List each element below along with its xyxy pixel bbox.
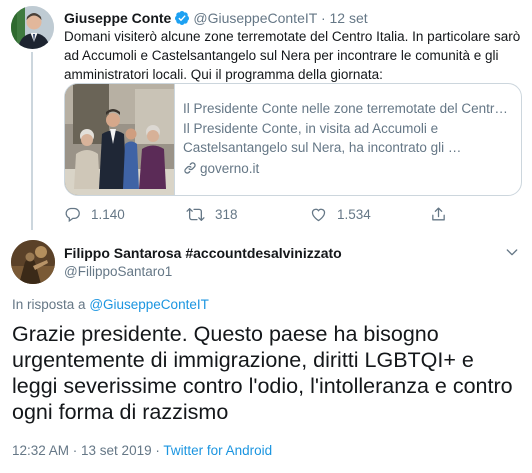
separator-dot: · bbox=[320, 10, 326, 26]
like-button[interactable]: 1.534 bbox=[310, 206, 371, 223]
share-icon bbox=[432, 207, 445, 221]
tweet-source[interactable]: Twitter for Android bbox=[163, 443, 272, 458]
tweet-meta: 12:32 AM · 13 set 2019 · Twitter for And… bbox=[12, 443, 272, 458]
author-name[interactable]: Filippo Santarosa #accountdesalvinizzato bbox=[64, 245, 342, 261]
avatar[interactable] bbox=[11, 240, 55, 284]
reply-context-label: In risposta a bbox=[12, 297, 86, 312]
chevron-down-icon[interactable] bbox=[504, 244, 520, 265]
author-handle[interactable]: @GiuseppeConteIT bbox=[193, 10, 317, 26]
tweet-time[interactable]: 12 set bbox=[330, 10, 368, 26]
reply-context: In risposta a @GiuseppeConteIT bbox=[12, 297, 209, 312]
link-icon bbox=[184, 162, 196, 174]
card-title: Il Presidente Conte nelle zone terremota… bbox=[183, 101, 508, 116]
thread-line bbox=[31, 52, 33, 230]
reply-icon bbox=[65, 207, 80, 223]
author-name[interactable]: Giuseppe Conte bbox=[64, 10, 171, 26]
card-domain: governo.it bbox=[183, 159, 513, 179]
card-image bbox=[65, 84, 175, 195]
card-domain-text: governo.it bbox=[200, 160, 260, 176]
tweet-text: Grazie presidente. Questo paese ha bisog… bbox=[12, 322, 513, 424]
tweet-actions: 1.140 318 1.534 bbox=[64, 206, 484, 224]
tweet-text: Domani visiterò alcune zone terremotate … bbox=[64, 29, 521, 82]
retweet-count: 318 bbox=[215, 207, 238, 222]
parent-tweet[interactable]: Giuseppe Conte @GiuseppeConteIT · 12 set … bbox=[0, 0, 532, 230]
avatar[interactable] bbox=[11, 6, 54, 49]
tweet-header: Giuseppe Conte @GiuseppeConteIT · 12 set bbox=[64, 9, 368, 27]
card-body: Il Presidente Conte nelle zone terremota… bbox=[183, 99, 513, 178]
tweet-timestamp[interactable]: 12:32 AM · 13 set 2019 · bbox=[12, 443, 160, 458]
reply-to-handle[interactable]: @GiuseppeConteIT bbox=[89, 297, 209, 312]
retweet-icon bbox=[186, 207, 205, 222]
reply-count: 1.140 bbox=[91, 207, 125, 222]
retweet-button[interactable]: 318 bbox=[186, 206, 238, 223]
like-count: 1.534 bbox=[337, 207, 371, 222]
reply-button[interactable]: 1.140 bbox=[64, 206, 125, 223]
author-handle[interactable]: @FilippoSantaro1 bbox=[64, 264, 172, 279]
card-description: Il Presidente Conte, in visita ad Accumo… bbox=[183, 120, 462, 156]
reply-tweet[interactable]: Filippo Santarosa #accountdesalvinizzato… bbox=[0, 230, 532, 473]
share-button[interactable] bbox=[430, 206, 457, 223]
heart-icon bbox=[311, 208, 326, 222]
link-card[interactable]: Il Presidente Conte nelle zone terremota… bbox=[64, 83, 522, 196]
